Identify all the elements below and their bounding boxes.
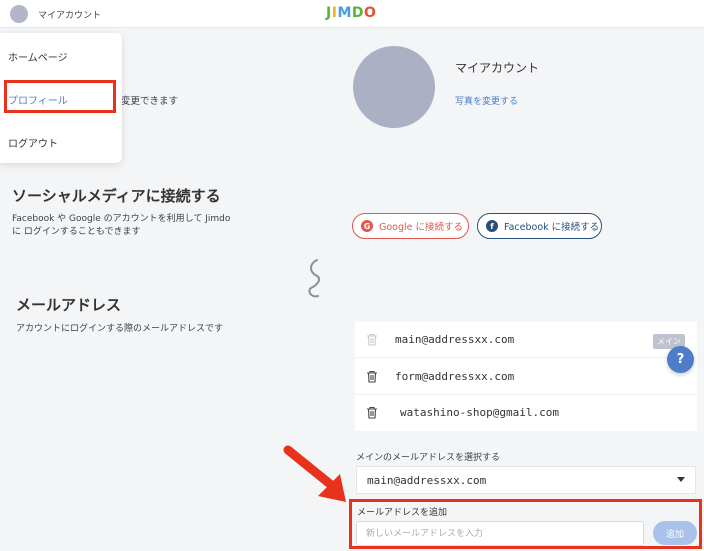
email-description: アカウントにログインする際のメールアドレスです bbox=[16, 324, 224, 334]
trash-icon[interactable] bbox=[366, 333, 378, 346]
logo-letter-d: D bbox=[351, 5, 364, 21]
email-address: main@addressxx.com bbox=[395, 333, 515, 346]
email-address: form@addressxx.com bbox=[395, 370, 515, 383]
social-description: Facebook や Google のアカウントを利用して Jimdo に ログ… bbox=[12, 214, 231, 237]
help-button[interactable]: ? bbox=[667, 346, 694, 373]
red-arrow-icon bbox=[283, 445, 346, 502]
main-email-selected: main@addressxx.com bbox=[367, 474, 487, 487]
change-photo-link[interactable]: 写真を変更する bbox=[455, 94, 518, 107]
hook-divider-icon bbox=[308, 259, 321, 298]
connect-google-button[interactable]: G Google に接続する bbox=[352, 213, 469, 239]
trash-icon[interactable] bbox=[366, 370, 378, 383]
email-row: form@addressxx.com bbox=[355, 359, 697, 395]
email-row: watashino-shop@gmail.com bbox=[355, 395, 697, 431]
account-label[interactable]: マイアカウント bbox=[38, 8, 101, 21]
facebook-button-label: Facebook に接続する bbox=[504, 222, 600, 233]
main-email-select-label: メインのメールアドレスを選択する bbox=[356, 453, 501, 463]
main-email-select[interactable]: main@addressxx.com bbox=[356, 466, 696, 494]
email-address: watashino-shop@gmail.com bbox=[400, 406, 559, 419]
google-button-label: Google に接続する bbox=[379, 222, 464, 233]
profile-hint-text: 変更できます bbox=[121, 96, 179, 107]
facebook-icon: f bbox=[486, 220, 498, 232]
email-heading: メールアドレス bbox=[16, 296, 122, 314]
connect-facebook-button[interactable]: f Facebook に接続する bbox=[477, 213, 602, 239]
chevron-down-icon bbox=[677, 477, 685, 482]
avatar[interactable] bbox=[10, 5, 28, 23]
new-email-input[interactable] bbox=[356, 521, 644, 546]
social-heading: ソーシャルメディアに接続する bbox=[12, 187, 221, 205]
profile-avatar[interactable] bbox=[353, 46, 435, 128]
top-bar: マイアカウント JIMDO bbox=[0, 0, 704, 28]
logo-letter-o: O bbox=[364, 5, 377, 21]
profile-highlight-box bbox=[4, 80, 116, 113]
logo-letter-m: M bbox=[337, 5, 352, 21]
profile-title: マイアカウント bbox=[455, 61, 540, 75]
add-email-label: メールアドレスを追加 bbox=[357, 508, 448, 518]
email-row: main@addressxx.com メイン bbox=[355, 322, 697, 358]
trash-icon[interactable] bbox=[366, 406, 378, 419]
jimdo-logo[interactable]: JIMDO bbox=[326, 5, 376, 21]
google-icon: G bbox=[361, 220, 373, 232]
menu-item-logout[interactable]: ログアウト bbox=[8, 135, 58, 150]
add-email-button[interactable]: 追加 bbox=[653, 521, 697, 545]
email-list: main@addressxx.com メイン form@addressxx.co… bbox=[355, 322, 697, 431]
menu-item-homepage[interactable]: ホームページ bbox=[8, 49, 68, 64]
